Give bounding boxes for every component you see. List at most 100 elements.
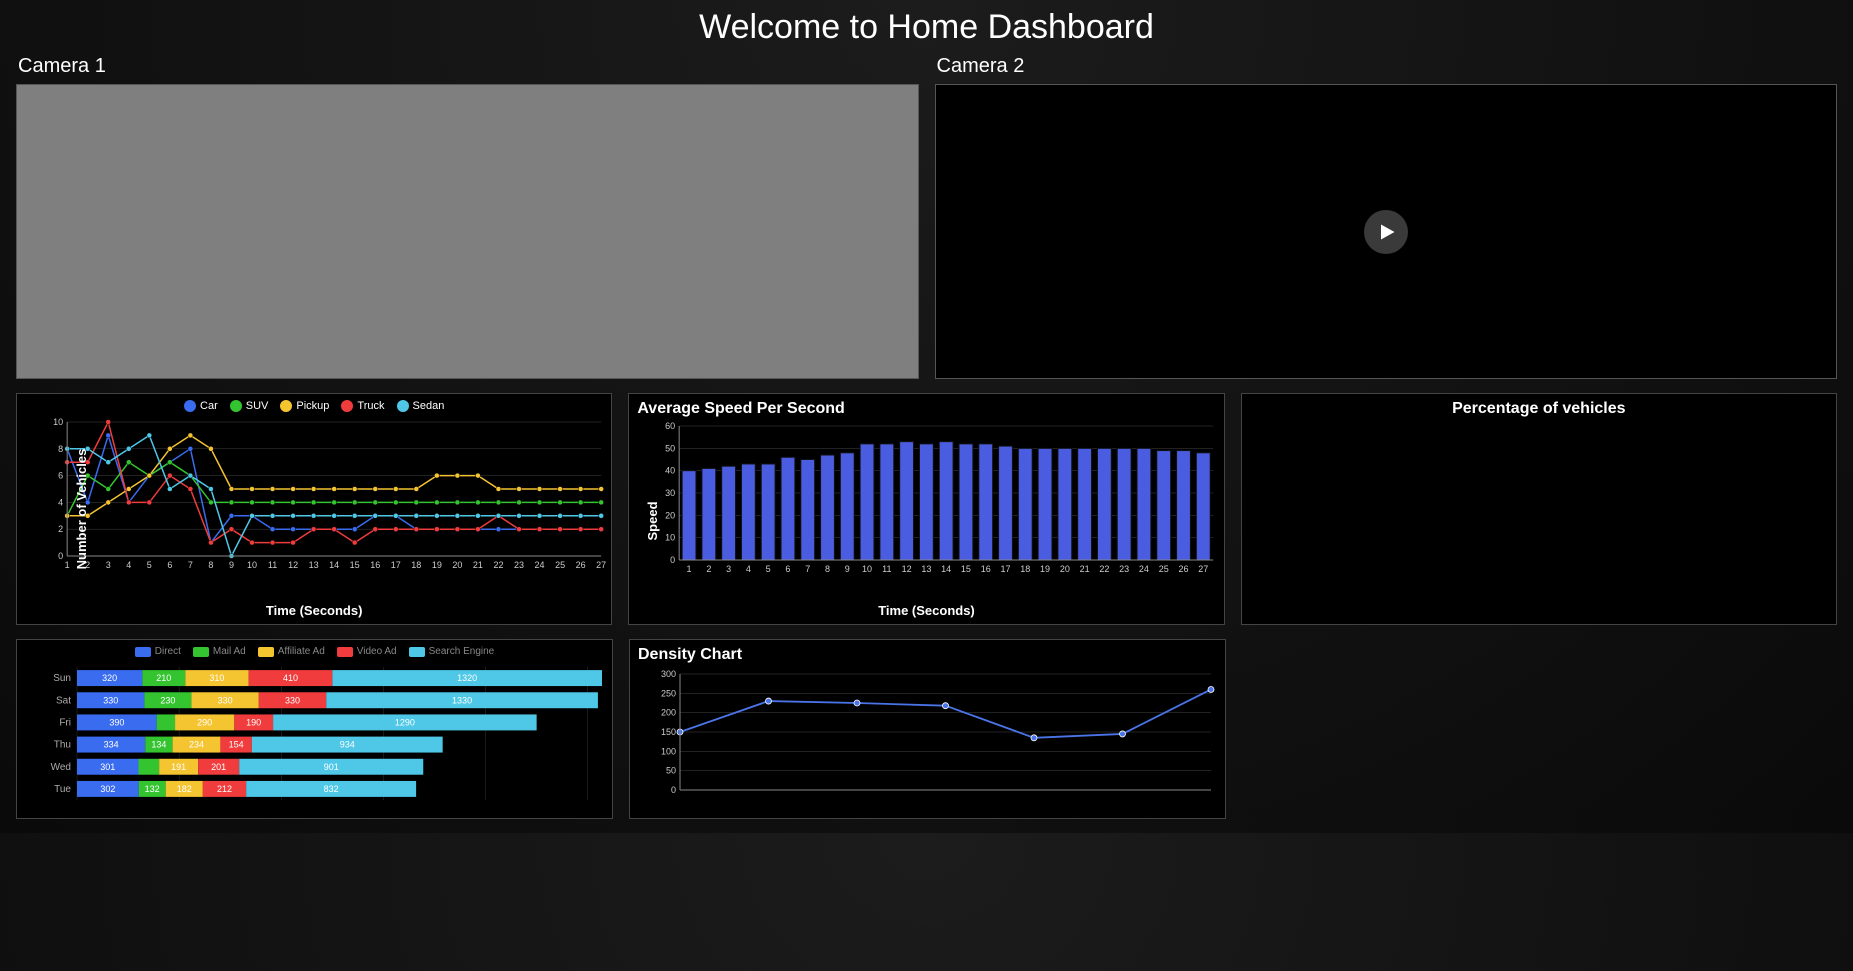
svg-text:27: 27: [1199, 564, 1209, 574]
legend-dot-sedan: [397, 400, 409, 412]
svg-text:20: 20: [452, 560, 462, 570]
svg-text:4: 4: [58, 497, 63, 507]
svg-text:154: 154: [229, 740, 244, 750]
svg-text:3: 3: [726, 564, 731, 574]
svg-text:330: 330: [285, 695, 300, 705]
density-panel: Density Chart 050100150200250300: [629, 639, 1226, 819]
svg-text:132: 132: [145, 784, 160, 794]
svg-text:5: 5: [766, 564, 771, 574]
svg-text:10: 10: [665, 533, 675, 543]
svg-text:7: 7: [806, 564, 811, 574]
svg-text:26: 26: [1179, 564, 1189, 574]
chart-row-2: Direct Mail Ad Affiliate Ad Video Ad Sea…: [16, 639, 1837, 819]
vehicles-xlabel: Time (Seconds): [17, 603, 611, 618]
svg-text:832: 832: [324, 784, 339, 794]
svg-text:11: 11: [268, 560, 277, 570]
svg-text:3: 3: [106, 560, 111, 570]
legend-swatch-affiliate: [258, 647, 274, 657]
camera-row: Camera 1 Camera 2: [16, 53, 1837, 379]
avg-speed-title: Average Speed Per Second: [629, 394, 1223, 418]
svg-text:Sun: Sun: [53, 673, 71, 684]
svg-text:5: 5: [147, 560, 152, 570]
svg-text:8: 8: [208, 560, 213, 570]
svg-text:26: 26: [576, 560, 586, 570]
svg-text:15: 15: [961, 564, 971, 574]
legend-dot-truck: [341, 400, 353, 412]
avg-speed-ylabel: Speed: [645, 501, 660, 540]
legend-label-suv: SUV: [246, 400, 269, 412]
legend-label-search: Search Engine: [429, 646, 495, 657]
svg-text:15: 15: [350, 560, 360, 570]
svg-text:1290: 1290: [395, 717, 415, 727]
vehicles-ylabel: Number of Vehicles: [74, 449, 89, 570]
legend-label-mail: Mail Ad: [213, 646, 246, 657]
svg-text:6: 6: [58, 471, 63, 481]
density-title: Density Chart: [630, 640, 1225, 664]
svg-text:290: 290: [197, 717, 212, 727]
svg-text:14: 14: [329, 560, 339, 570]
svg-text:8: 8: [825, 564, 830, 574]
svg-text:23: 23: [1119, 564, 1129, 574]
svg-text:901: 901: [324, 762, 339, 772]
vehicles-line-legend: Car SUV Pickup Truck Sedan: [17, 394, 611, 414]
svg-text:14: 14: [941, 564, 951, 574]
svg-text:1320: 1320: [457, 673, 477, 683]
camera-2-feed[interactable]: [935, 84, 1838, 379]
svg-text:1: 1: [687, 564, 692, 574]
svg-text:13: 13: [922, 564, 932, 574]
svg-text:4: 4: [126, 560, 131, 570]
svg-text:Thu: Thu: [54, 740, 71, 751]
play-button[interactable]: [1364, 210, 1408, 254]
svg-text:24: 24: [1139, 564, 1149, 574]
legend-dot-car: [184, 400, 196, 412]
svg-text:16: 16: [981, 564, 991, 574]
svg-text:60: 60: [665, 421, 675, 431]
svg-text:191: 191: [171, 762, 186, 772]
svg-text:1330: 1330: [452, 695, 472, 705]
svg-text:182: 182: [177, 784, 192, 794]
stacked-bar-chart[interactable]: Sun3202103104101320Sat3302303303301330Fr…: [17, 659, 612, 804]
svg-text:2: 2: [707, 564, 712, 574]
svg-text:10: 10: [247, 560, 257, 570]
density-chart[interactable]: 050100150200250300: [630, 664, 1225, 804]
svg-text:210: 210: [156, 673, 171, 683]
empty-panel: [1242, 639, 1837, 819]
svg-text:320: 320: [102, 673, 117, 683]
svg-text:250: 250: [661, 688, 676, 698]
svg-text:20: 20: [1060, 564, 1070, 574]
play-icon: [1378, 223, 1396, 241]
svg-text:201: 201: [211, 762, 226, 772]
svg-text:12: 12: [288, 560, 298, 570]
vehicles-line-chart[interactable]: 0246810123456789101112131415161718192021…: [17, 414, 611, 584]
svg-text:Wed: Wed: [51, 762, 71, 773]
svg-text:234: 234: [189, 740, 204, 750]
camera-1-feed[interactable]: [16, 84, 919, 379]
svg-text:334: 334: [104, 740, 119, 750]
svg-text:18: 18: [1021, 564, 1031, 574]
svg-text:17: 17: [1001, 564, 1011, 574]
svg-text:390: 390: [109, 717, 124, 727]
svg-text:330: 330: [103, 695, 118, 705]
svg-text:40: 40: [665, 466, 675, 476]
percentage-title: Percentage of vehicles: [1242, 394, 1836, 418]
legend-label-car: Car: [200, 400, 218, 412]
svg-text:212: 212: [217, 784, 232, 794]
svg-text:50: 50: [666, 766, 676, 776]
svg-text:11: 11: [882, 564, 891, 574]
chart-row-1: Car SUV Pickup Truck Sedan 0246810123456…: [16, 393, 1837, 625]
vehicles-line-panel: Car SUV Pickup Truck Sedan 0246810123456…: [16, 393, 612, 625]
svg-text:24: 24: [535, 560, 545, 570]
avg-speed-chart[interactable]: 0102030405060123456789101112131415161718…: [629, 418, 1223, 588]
camera-2-label: Camera 2: [935, 53, 1838, 84]
svg-text:17: 17: [391, 560, 401, 570]
camera-1-label: Camera 1: [16, 53, 919, 84]
svg-text:6: 6: [167, 560, 172, 570]
svg-text:10: 10: [53, 417, 63, 427]
svg-text:19: 19: [432, 560, 442, 570]
svg-text:134: 134: [151, 740, 166, 750]
svg-text:21: 21: [1080, 564, 1090, 574]
legend-label-sedan: Sedan: [413, 400, 445, 412]
svg-text:1: 1: [65, 560, 70, 570]
legend-label-direct: Direct: [155, 646, 181, 657]
legend-label-truck: Truck: [357, 400, 384, 412]
